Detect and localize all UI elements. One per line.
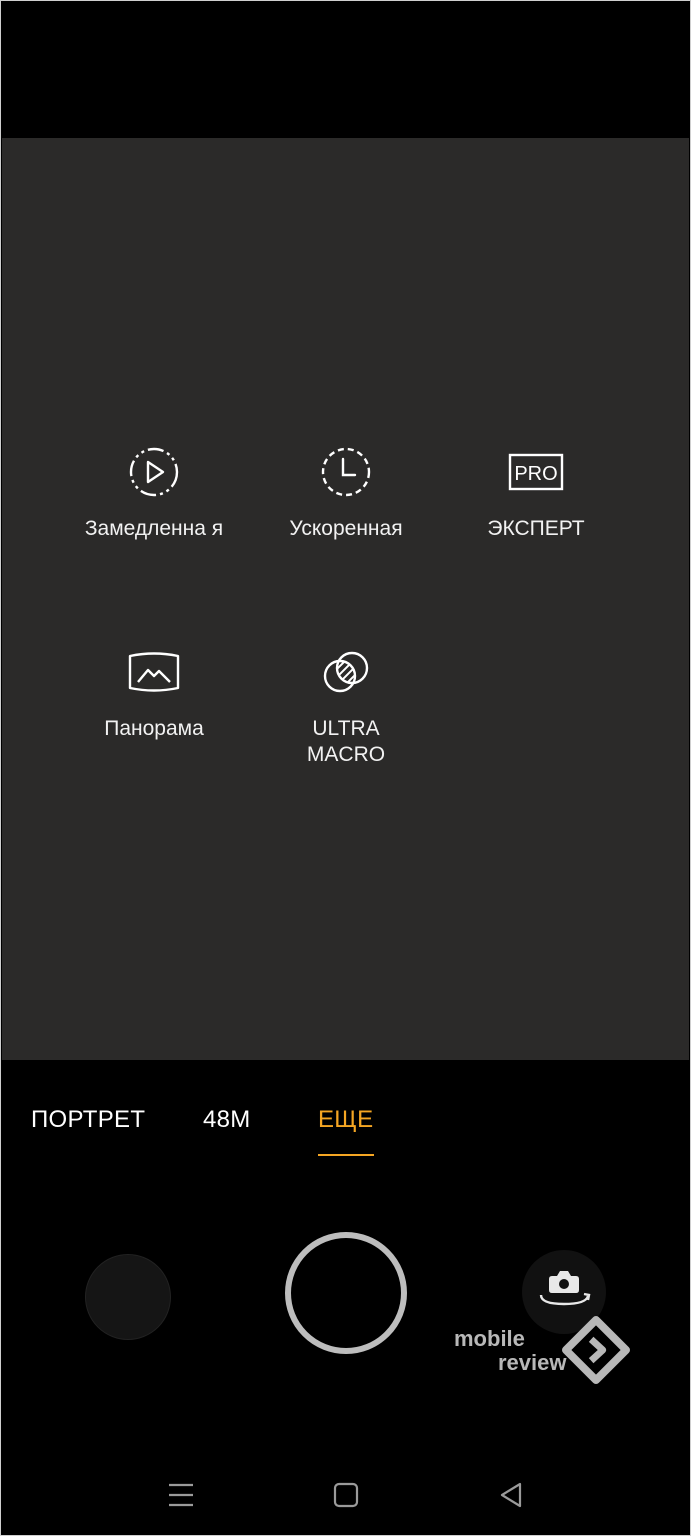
menu-icon[interactable] — [164, 1478, 198, 1512]
tab-more[interactable]: ЕЩЕ — [318, 1106, 373, 1134]
mode-slow-motion[interactable]: Замедленна я — [59, 444, 249, 584]
mode-ultra-macro[interactable]: ULTRA MACRO — [251, 644, 441, 784]
tab-portrait[interactable]: ПОРТРЕТ — [31, 1106, 145, 1134]
mode-label: Панорама — [104, 717, 204, 740]
mode-label: Ускоренная — [289, 517, 403, 540]
timelapse-icon — [321, 447, 371, 497]
slow-motion-icon — [129, 447, 179, 497]
mode-picker-panel — [2, 138, 689, 1060]
active-tab-indicator — [318, 1154, 374, 1156]
panorama-icon — [128, 652, 180, 692]
top-bar — [0, 0, 691, 138]
mode-panorama[interactable]: Панорама — [59, 644, 249, 764]
pro-icon: PRO — [508, 453, 564, 491]
mobile-review-logo-icon — [562, 1316, 630, 1384]
ultra-macro-icon — [323, 651, 369, 693]
mode-label: ULTRA MACRO — [306, 717, 386, 766]
mode-label: Замедленна я — [84, 517, 224, 540]
shutter-button[interactable] — [285, 1232, 407, 1354]
back-icon[interactable] — [494, 1478, 528, 1512]
mobile-review-watermark: mobile review — [454, 1316, 634, 1386]
mode-timelapse[interactable]: Ускоренная — [251, 444, 441, 564]
mode-expert[interactable]: PRO ЭКСПЕРТ — [441, 444, 631, 564]
camera-screen: Замедленна я Ускоренная PRO ЭКСПЕРТ Пано… — [0, 0, 691, 1536]
svg-text:PRO: PRO — [514, 463, 557, 485]
tab-48m[interactable]: 48M — [203, 1106, 251, 1134]
mode-label: ЭКСПЕРТ — [487, 517, 585, 540]
gallery-thumbnail[interactable] — [85, 1254, 171, 1340]
home-icon[interactable] — [329, 1478, 363, 1512]
